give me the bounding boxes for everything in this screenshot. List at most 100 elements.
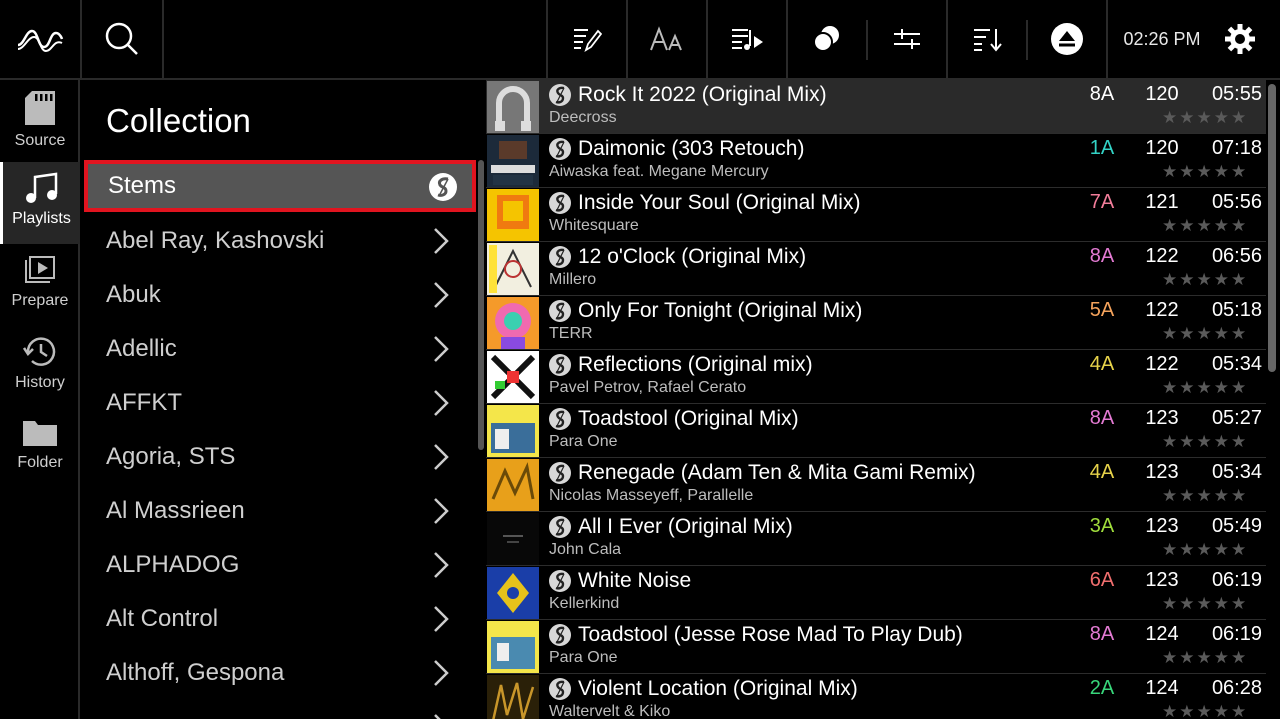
- stems-toggle-button[interactable]: [788, 0, 866, 78]
- track-row[interactable]: 12 o'Clock (Original Mix) Millero 8A 122 06:…: [486, 242, 1266, 296]
- track-row[interactable]: All I Ever (Original Mix) John Cala 3A 123 0…: [486, 512, 1266, 566]
- track-title: All I Ever (Original Mix): [578, 515, 793, 538]
- track-key: 4A: [1089, 461, 1115, 483]
- track-artist: Para One: [549, 649, 618, 666]
- track-artist: Nicolas Masseyeff, Parallelle: [549, 487, 754, 504]
- nav-item-playlists[interactable]: Playlists: [0, 162, 80, 244]
- logo-icon[interactable]: [0, 0, 80, 78]
- track-rating[interactable]: ★★★★★: [1162, 594, 1248, 614]
- track-rating[interactable]: ★★★★★: [1162, 108, 1248, 128]
- track-rating[interactable]: ★★★★★: [1162, 648, 1248, 668]
- track-artist: Waltervelt & Kiko: [549, 703, 671, 719]
- track-row[interactable]: Only For Tonight (Original Mix) TERR 5A 122…: [486, 296, 1266, 350]
- playlist-item[interactable]: AFFKT: [82, 376, 478, 430]
- track-row[interactable]: White Noise Kellerkind 6A 123 06:19 ★★★★★: [486, 566, 1266, 620]
- track-row[interactable]: Renegade (Adam Ten & Mita Gami Remix) Nic…: [486, 458, 1266, 512]
- track-key: 3A: [1089, 515, 1115, 537]
- track-list-scrollbar[interactable]: [1268, 84, 1276, 372]
- edit-list-icon: [574, 29, 602, 53]
- settings-button[interactable]: [1214, 0, 1266, 78]
- track-rating[interactable]: ★★★★★: [1162, 432, 1248, 452]
- track-row[interactable]: Reflections (Original mix) Pavel Petrov, …: [486, 350, 1266, 404]
- track-rating[interactable]: ★★★★★: [1162, 486, 1248, 506]
- track-duration: 05:49: [1211, 515, 1262, 537]
- playlist-item[interactable]: Al Massrieen: [82, 484, 478, 538]
- track-title: Reflections (Original mix): [578, 353, 813, 376]
- stems-icon: [548, 299, 572, 328]
- eject-button[interactable]: [1028, 0, 1106, 78]
- prepare-icon: [25, 256, 55, 283]
- track-row[interactable]: Toadstool (Jesse Rose Mad To Play Dub) Pa…: [486, 620, 1266, 674]
- track-duration: 05:18: [1211, 299, 1262, 321]
- track-rating[interactable]: ★★★★★: [1162, 216, 1248, 236]
- nav-item-prepare[interactable]: Prepare: [0, 244, 80, 326]
- sd-card-icon: [25, 91, 55, 125]
- track-row[interactable]: Toadstool (Original Mix) Para One 8A 123 05:…: [486, 404, 1266, 458]
- playlist-play-button[interactable]: [708, 0, 786, 78]
- stems-icon: [548, 191, 572, 220]
- album-art: [487, 675, 539, 719]
- text-size-icon: [650, 26, 682, 51]
- nav-item-source[interactable]: Source: [0, 80, 80, 162]
- album-art: [487, 297, 539, 349]
- playlist-item[interactable]: ALPHADOG: [82, 538, 478, 592]
- track-key: 4A: [1089, 353, 1115, 375]
- track-rating[interactable]: ★★★★★: [1162, 540, 1248, 560]
- playlist-item-partial[interactable]: [82, 700, 478, 719]
- playlist-label: Abel Ray, Kashovski: [106, 227, 325, 254]
- track-duration: 07:18: [1211, 137, 1262, 159]
- sort-button[interactable]: [948, 0, 1026, 78]
- stems-icon: [548, 569, 572, 598]
- stems-toggle-icon: [813, 26, 839, 52]
- playlist-label: Alt Control: [106, 605, 219, 632]
- track-artist: Pavel Petrov, Rafael Cerato: [549, 379, 747, 396]
- stems-icon: [548, 677, 572, 706]
- stems-icon: [548, 353, 572, 382]
- track-row[interactable]: Violent Location (Original Mix) Waltervel…: [486, 674, 1266, 719]
- album-art: [487, 513, 539, 565]
- album-art: [487, 459, 539, 511]
- track-rating[interactable]: ★★★★★: [1162, 270, 1248, 290]
- track-bpm: 120: [1145, 83, 1179, 105]
- collection-panel: Collection Stems Abel Ray, Kashovski Abu…: [82, 80, 486, 719]
- track-row[interactable]: Inside Your Soul (Original Mix) Whitesqua…: [486, 188, 1266, 242]
- track-row[interactable]: Rock It 2022 (Original Mix) Deecross 8A 120…: [486, 80, 1266, 134]
- search-button[interactable]: [82, 0, 162, 78]
- text-size-button[interactable]: [628, 0, 706, 78]
- edit-list-button[interactable]: [548, 0, 626, 78]
- playlist-item[interactable]: Abuk: [82, 268, 478, 322]
- track-row[interactable]: Daimonic (303 Retouch) Aiwaska feat. Mega…: [486, 134, 1266, 188]
- collection-scrollbar[interactable]: [478, 160, 484, 450]
- playlist-label: Althoff, Gespona: [106, 659, 285, 686]
- track-title: Violent Location (Original Mix): [578, 677, 858, 700]
- playlist-item[interactable]: Althoff, Gespona: [82, 646, 478, 700]
- playlist-item[interactable]: Agoria, STS: [82, 430, 478, 484]
- playlist-item[interactable]: Adellic: [82, 322, 478, 376]
- track-rating[interactable]: ★★★★★: [1162, 324, 1248, 344]
- track-rating[interactable]: ★★★★★: [1162, 378, 1248, 398]
- track-key: 1A: [1089, 137, 1115, 159]
- stems-icon: [548, 623, 572, 652]
- chevron-right-icon: [434, 498, 449, 524]
- playlist-item[interactable]: Alt Control: [82, 592, 478, 646]
- track-duration: 05:34: [1211, 461, 1262, 483]
- nav-item-folder[interactable]: Folder: [0, 408, 80, 490]
- track-title: 12 o'Clock (Original Mix): [578, 245, 807, 268]
- playlist-item[interactable]: Abel Ray, Kashovski: [82, 214, 478, 268]
- track-key: 5A: [1089, 299, 1115, 321]
- track-key: 8A: [1089, 623, 1115, 645]
- sliders-icon: [894, 29, 920, 49]
- album-art: [487, 81, 539, 133]
- app-root: 02:26 PM Source Playlists Prepare Histor…: [0, 0, 1280, 719]
- track-rating[interactable]: ★★★★★: [1162, 702, 1248, 719]
- stems-icon: [548, 461, 572, 490]
- nav-item-history[interactable]: History: [0, 326, 80, 408]
- track-artist: TERR: [549, 325, 593, 342]
- track-key: 6A: [1089, 569, 1115, 591]
- album-art: [487, 567, 539, 619]
- gear-icon: [1225, 24, 1255, 54]
- track-artist: Whitesquare: [549, 217, 639, 234]
- track-rating[interactable]: ★★★★★: [1162, 162, 1248, 182]
- sliders-button[interactable]: [868, 0, 946, 78]
- playlist-item-stems[interactable]: Stems: [84, 160, 476, 212]
